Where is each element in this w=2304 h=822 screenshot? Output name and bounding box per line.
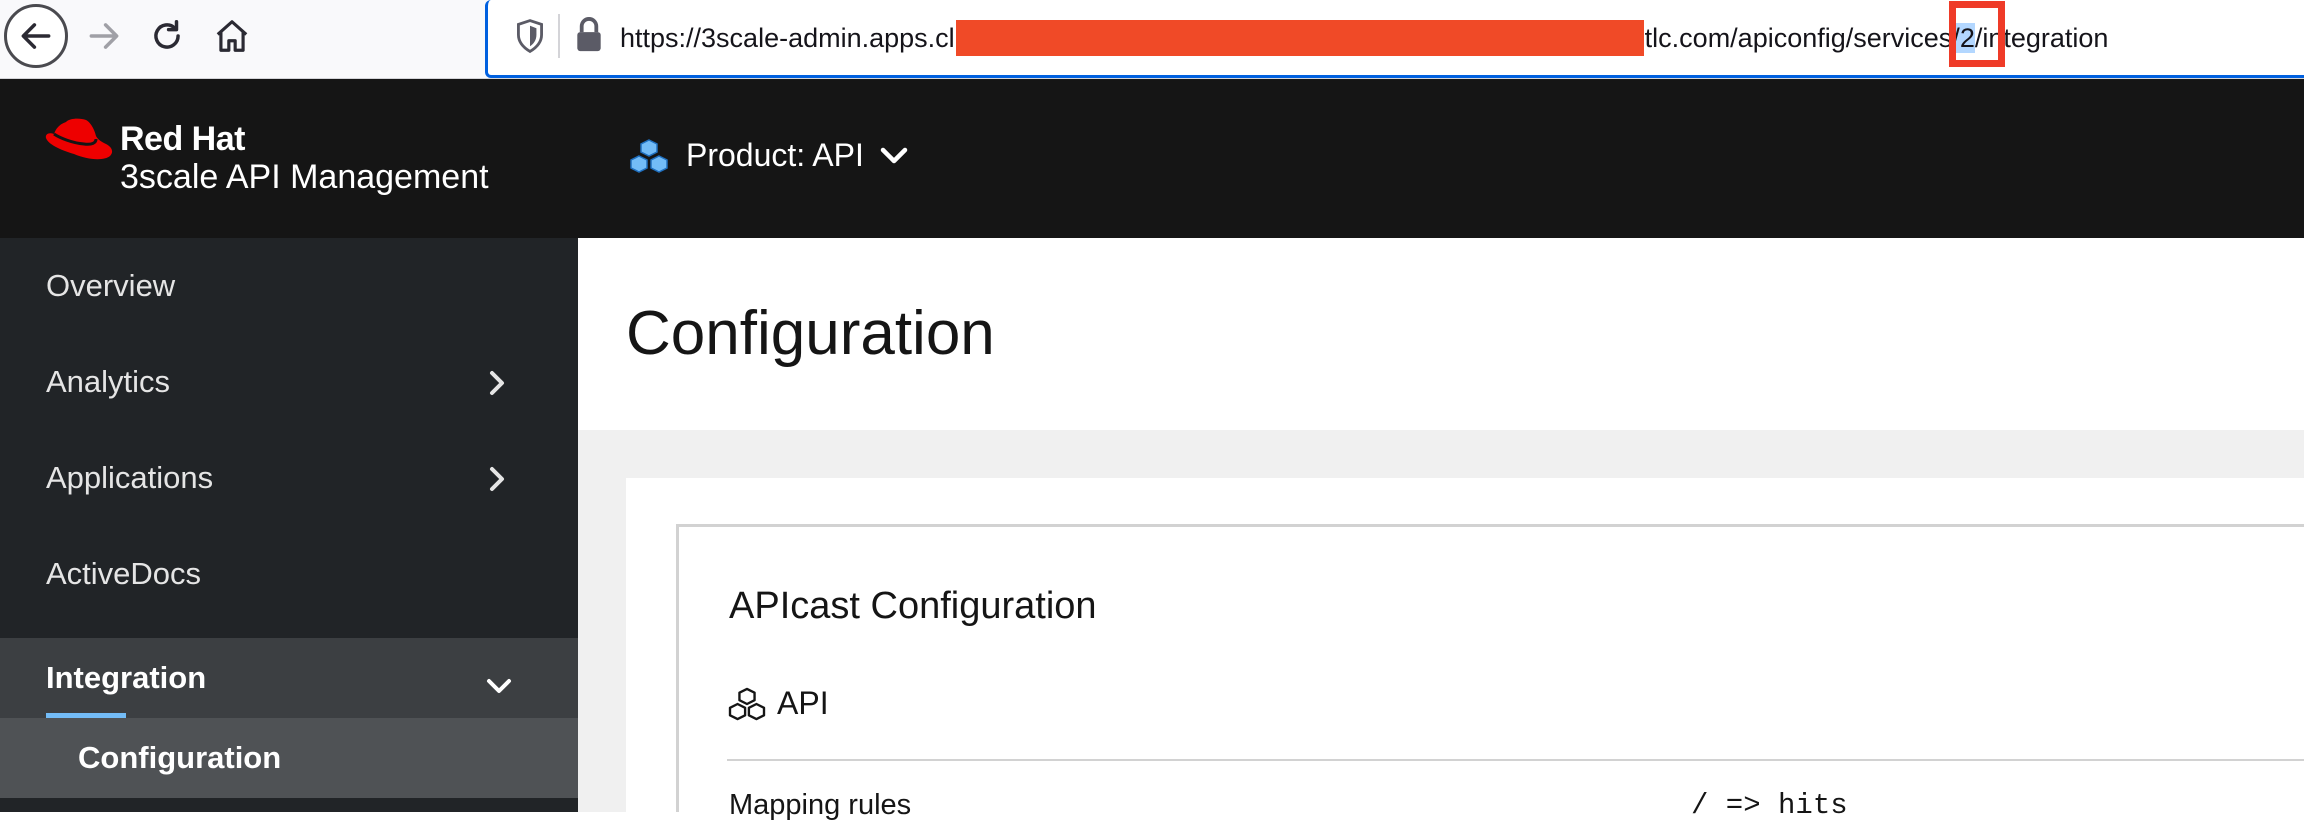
reload-icon — [154, 20, 180, 49]
api-heading: API — [727, 685, 829, 722]
main-content: Configuration APIcast Configuration API … — [578, 238, 2304, 822]
arrow-right-icon — [89, 23, 119, 49]
sidebar-item-label: ActiveDocs — [46, 556, 202, 591]
home-icon — [216, 20, 248, 52]
arrow-left-icon — [21, 23, 51, 49]
home-button[interactable] — [200, 4, 264, 68]
shield-icon[interactable] — [514, 18, 546, 54]
sidebar-item-label: Analytics — [46, 364, 171, 399]
divider — [727, 759, 2304, 761]
red-hat-logo-icon — [45, 118, 113, 160]
chevron-right-icon — [490, 371, 504, 395]
sidebar-item-integration[interactable]: Integration — [0, 638, 578, 718]
url-divider — [558, 14, 560, 58]
url-bar[interactable]: https://3scale-admin.apps.cl tlc.com/api… — [485, 0, 2304, 78]
panel-title: APIcast Configuration — [729, 585, 1097, 627]
mapping-rules-label: Mapping rules — [729, 789, 912, 821]
cubes-icon — [728, 687, 766, 720]
page-title: Configuration — [626, 299, 995, 368]
mapping-rules-value: / => hits — [1691, 789, 1848, 822]
reload-button[interactable] — [135, 4, 199, 68]
sidebar-item-label: Applications — [46, 460, 214, 495]
cubes-icon — [630, 138, 668, 173]
page-header: Configuration — [578, 238, 2304, 430]
url-prefix: https://3scale-admin.apps.cl — [620, 22, 955, 53]
sidebar-item-label: Integration — [46, 660, 207, 695]
sidebar-subitem-label: Configuration — [78, 740, 282, 775]
sidebar-subitem-configuration[interactable]: Configuration — [0, 718, 578, 798]
url-text[interactable]: https://3scale-admin.apps.cl tlc.com/api… — [620, 0, 2108, 67]
back-button[interactable] — [4, 4, 68, 68]
sidebar-nav: Overview Analytics Applications ActiveDo… — [0, 238, 578, 812]
chevron-down-icon — [487, 679, 511, 693]
url-redaction — [955, 20, 1644, 56]
product-context-label: Product: API — [686, 137, 864, 173]
browser-toolbar: https://3scale-admin.apps.cl tlc.com/api… — [0, 0, 2304, 79]
sidebar-item-applications[interactable]: Applications — [0, 430, 578, 526]
masthead: Red Hat 3scale API Management Product: A… — [0, 79, 2304, 238]
chevron-right-icon — [490, 467, 504, 491]
sidebar-item-activedocs[interactable]: ActiveDocs — [0, 526, 578, 622]
brand-name: Red Hat — [120, 120, 245, 158]
api-name: API — [777, 685, 829, 721]
url-service-id-highlight: /2/ — [1949, 0, 2006, 67]
sidebar-item-label: Overview — [46, 268, 176, 303]
sidebar-item-analytics[interactable]: Analytics — [0, 334, 578, 430]
annotation-box — [1949, 0, 2006, 67]
forward-button[interactable] — [72, 4, 136, 68]
chevron-down-icon — [880, 147, 908, 163]
lock-icon[interactable] — [574, 16, 604, 54]
url-middle: tlc.com/apiconfig/service — [1644, 22, 1939, 53]
content-card: APIcast Configuration API Mapping rules … — [626, 478, 2304, 822]
brand-product: 3scale API Management — [120, 158, 489, 196]
sidebar-item-overview[interactable]: Overview — [0, 238, 578, 334]
apicast-config-panel: APIcast Configuration API Mapping rules … — [676, 524, 2304, 822]
product-context-selector[interactable]: Product: API — [628, 137, 908, 174]
